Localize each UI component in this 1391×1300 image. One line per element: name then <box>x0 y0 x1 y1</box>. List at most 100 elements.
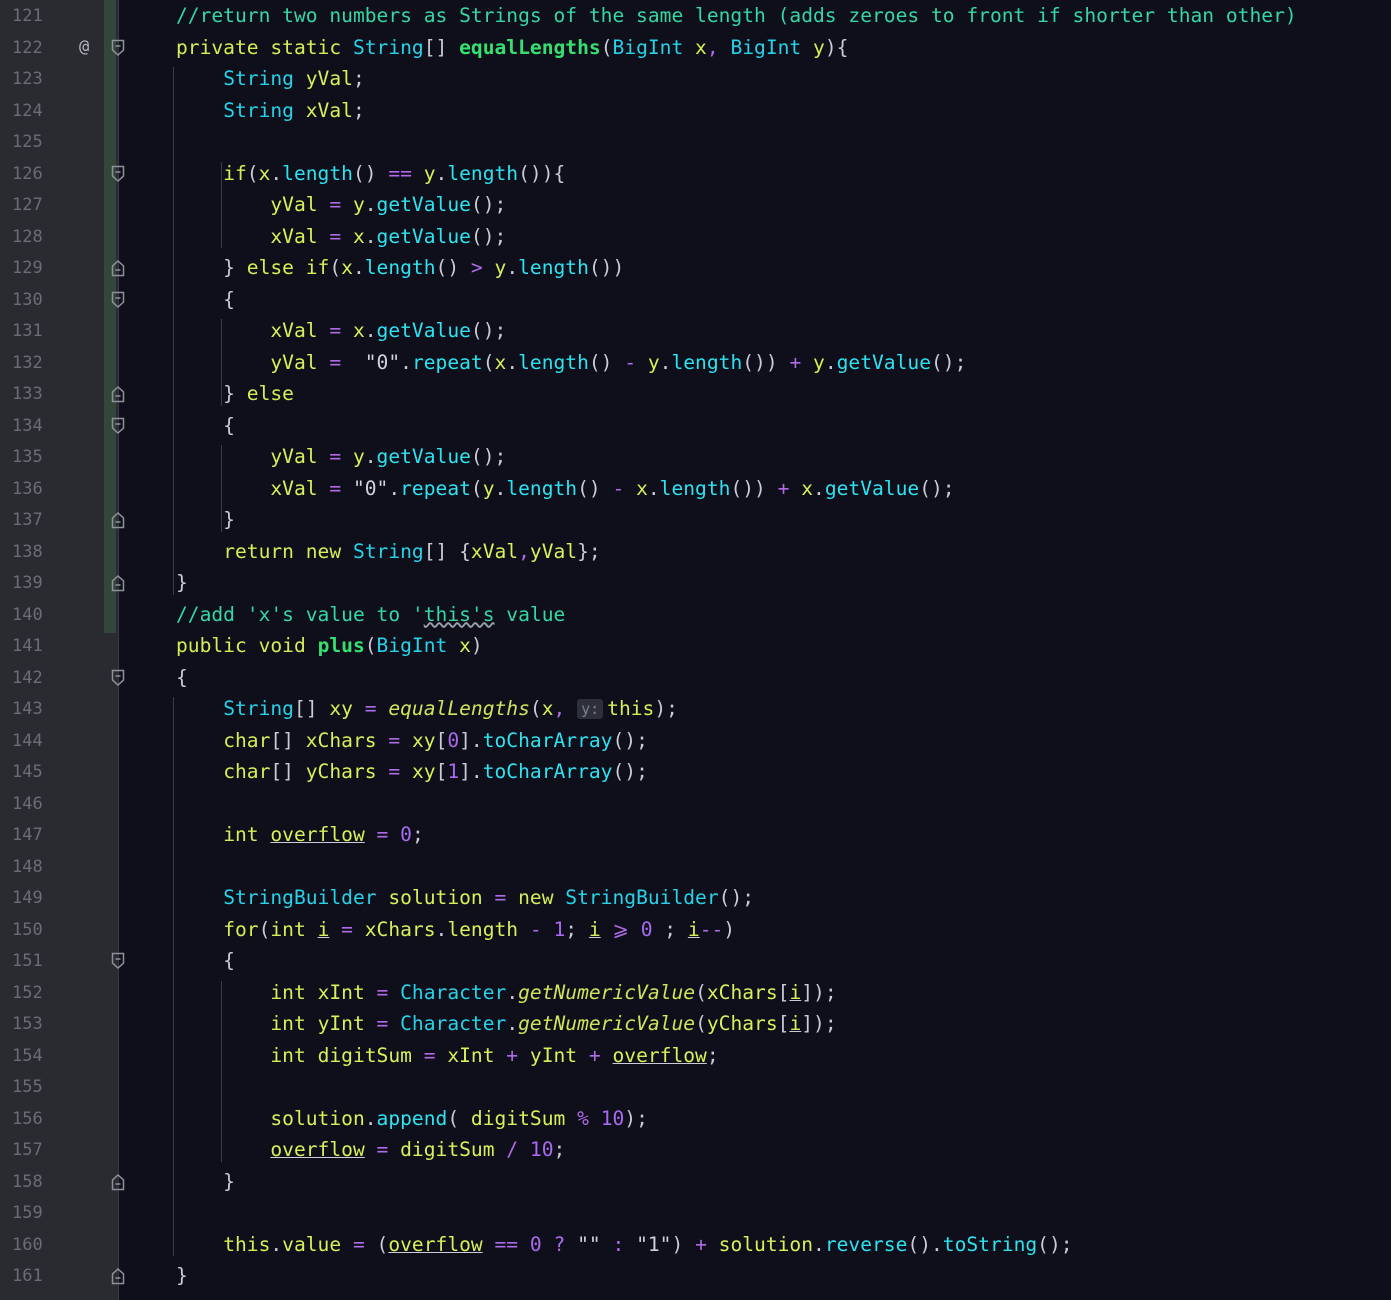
code-line[interactable]: 154 int digitSum = xInt + yInt + overflo… <box>0 1040 1391 1072</box>
code-line[interactable]: 136 xVal = "0".repeat(y.length() - x.len… <box>0 473 1391 505</box>
line-number[interactable]: 128 <box>12 226 52 248</box>
code-line[interactable]: 126 if(x.length() == y.length()){ <box>0 158 1391 190</box>
code-text[interactable]: { <box>176 413 235 439</box>
line-number[interactable]: 141 <box>12 635 52 657</box>
line-number[interactable]: 147 <box>12 824 52 846</box>
fold-open-icon[interactable] <box>111 291 125 309</box>
code-line[interactable]: 148 <box>0 851 1391 883</box>
code-text[interactable]: char[] xChars = xy[0].toCharArray(); <box>176 728 648 754</box>
code-line[interactable]: 139} <box>0 567 1391 599</box>
code-text[interactable]: StringBuilder solution = new StringBuild… <box>176 885 754 911</box>
line-number[interactable]: 153 <box>12 1013 52 1035</box>
code-line[interactable]: 141 public void plus(BigInt x) <box>0 630 1391 662</box>
code-line[interactable]: 147 int overflow = 0; <box>0 819 1391 851</box>
fold-close-icon[interactable] <box>111 259 125 277</box>
code-line[interactable]: 132 yVal = "0".repeat(x.length() - y.len… <box>0 347 1391 379</box>
line-number[interactable]: 133 <box>12 383 52 405</box>
line-number[interactable]: 159 <box>12 1202 52 1224</box>
code-line[interactable]: 127 yVal = y.getValue(); <box>0 189 1391 221</box>
code-text[interactable]: return new String[] {xVal,yVal}; <box>176 539 601 565</box>
code-line[interactable]: 125 <box>0 126 1391 158</box>
code-line[interactable]: 143 String[] xy = equalLengths(x, y: this… <box>0 693 1391 725</box>
code-text[interactable]: int xInt = Character.getNumericValue(xCh… <box>176 980 836 1006</box>
code-line[interactable]: 151 { <box>0 945 1391 977</box>
code-line[interactable]: 146 <box>0 788 1391 820</box>
code-text[interactable]: yVal = y.getValue(); <box>176 444 506 470</box>
line-number[interactable]: 148 <box>12 856 52 878</box>
code-editor[interactable]: 121 //return two numbers as Strings of th… <box>0 0 1391 1300</box>
line-number[interactable]: 126 <box>12 163 52 185</box>
code-line[interactable]: 121 //return two numbers as Strings of th… <box>0 0 1391 32</box>
code-text[interactable]: } else if(x.length() > y.length()) <box>176 255 624 281</box>
fold-close-icon[interactable] <box>111 385 125 403</box>
code-text[interactable]: public void plus(BigInt x) <box>176 633 483 659</box>
code-line[interactable]: 135 yVal = y.getValue(); <box>0 441 1391 473</box>
code-text[interactable]: private static String[] equalLengths(Big… <box>176 35 848 61</box>
code-line[interactable]: 130 { <box>0 284 1391 316</box>
line-number[interactable]: 138 <box>12 541 52 563</box>
code-line[interactable]: 138 return new String[] {xVal,yVal}; <box>0 536 1391 568</box>
code-line[interactable]: 157 overflow = digitSum / 10; <box>0 1134 1391 1166</box>
line-number[interactable]: 143 <box>12 698 52 720</box>
line-number[interactable]: 132 <box>12 352 52 374</box>
code-text[interactable]: yVal = y.getValue(); <box>176 192 506 218</box>
code-line[interactable]: 140 //add 'x's value to 'this's value <box>0 599 1391 631</box>
line-number[interactable]: 129 <box>12 257 52 279</box>
override-at-icon[interactable]: @ <box>79 36 89 58</box>
fold-close-icon[interactable] <box>111 1267 125 1285</box>
code-line[interactable]: 128 xVal = x.getValue(); <box>0 221 1391 253</box>
code-text[interactable]: } else <box>176 381 294 407</box>
code-line[interactable]: 131 xVal = x.getValue(); <box>0 315 1391 347</box>
fold-close-icon[interactable] <box>111 574 125 592</box>
line-number[interactable]: 135 <box>12 446 52 468</box>
code-line[interactable]: 144 char[] xChars = xy[0].toCharArray(); <box>0 725 1391 757</box>
line-number[interactable]: 136 <box>12 478 52 500</box>
code-line[interactable]: 155 <box>0 1071 1391 1103</box>
code-text[interactable]: int digitSum = xInt + yInt + overflow; <box>176 1043 718 1069</box>
fold-open-icon[interactable] <box>111 417 125 435</box>
line-number[interactable]: 137 <box>12 509 52 531</box>
code-line[interactable]: 124 String xVal; <box>0 95 1391 127</box>
code-text[interactable]: } <box>176 507 235 533</box>
line-number[interactable]: 161 <box>12 1265 52 1287</box>
line-number[interactable]: 125 <box>12 131 52 153</box>
code-line[interactable]: 150 for(int i = xChars.length - 1; i ⩾ 0… <box>0 914 1391 946</box>
code-line[interactable]: 122 @ private static String[] equalLengths… <box>0 32 1391 64</box>
code-text[interactable]: for(int i = xChars.length - 1; i ⩾ 0 ; i… <box>176 917 735 943</box>
line-number[interactable]: 122 <box>12 37 52 59</box>
code-text[interactable]: int overflow = 0; <box>176 822 424 848</box>
line-number[interactable]: 121 <box>12 5 52 27</box>
code-text[interactable]: solution.append( digitSum % 10); <box>176 1106 648 1132</box>
line-number[interactable]: 130 <box>12 289 52 311</box>
code-line[interactable]: 134 { <box>0 410 1391 442</box>
code-text[interactable]: //add 'x's value to 'this's value <box>176 602 565 628</box>
code-text[interactable]: int yInt = Character.getNumericValue(yCh… <box>176 1011 836 1037</box>
line-number[interactable]: 140 <box>12 604 52 626</box>
code-line[interactable]: 156 solution.append( digitSum % 10); <box>0 1103 1391 1135</box>
fold-open-icon[interactable] <box>111 165 125 183</box>
line-number[interactable]: 139 <box>12 572 52 594</box>
line-number[interactable]: 151 <box>12 950 52 972</box>
line-number[interactable]: 124 <box>12 100 52 122</box>
code-line[interactable]: 153 int yInt = Character.getNumericValue… <box>0 1008 1391 1040</box>
code-text[interactable]: xVal = x.getValue(); <box>176 318 506 344</box>
code-text[interactable]: String xVal; <box>176 98 365 124</box>
line-number[interactable]: 146 <box>12 793 52 815</box>
code-text[interactable]: { <box>176 948 235 974</box>
line-number[interactable]: 158 <box>12 1171 52 1193</box>
code-text[interactable]: String yVal; <box>176 66 365 92</box>
fold-open-icon[interactable] <box>111 39 125 57</box>
code-line[interactable]: 149 StringBuilder solution = new StringB… <box>0 882 1391 914</box>
line-number[interactable]: 157 <box>12 1139 52 1161</box>
code-line[interactable]: 160 this.value = (overflow == 0 ? "" : "… <box>0 1229 1391 1261</box>
line-number[interactable]: 123 <box>12 68 52 90</box>
line-number[interactable]: 156 <box>12 1108 52 1130</box>
code-text[interactable]: String[] xy = equalLengths(x, y: this); <box>176 696 678 722</box>
code-line[interactable]: 158 } <box>0 1166 1391 1198</box>
code-text[interactable]: //return two numbers as Strings of the s… <box>176 3 1297 29</box>
code-line[interactable]: 137 } <box>0 504 1391 536</box>
line-number[interactable]: 131 <box>12 320 52 342</box>
fold-open-icon[interactable] <box>111 952 125 970</box>
code-text[interactable]: { <box>176 287 235 313</box>
fold-close-icon[interactable] <box>111 511 125 529</box>
